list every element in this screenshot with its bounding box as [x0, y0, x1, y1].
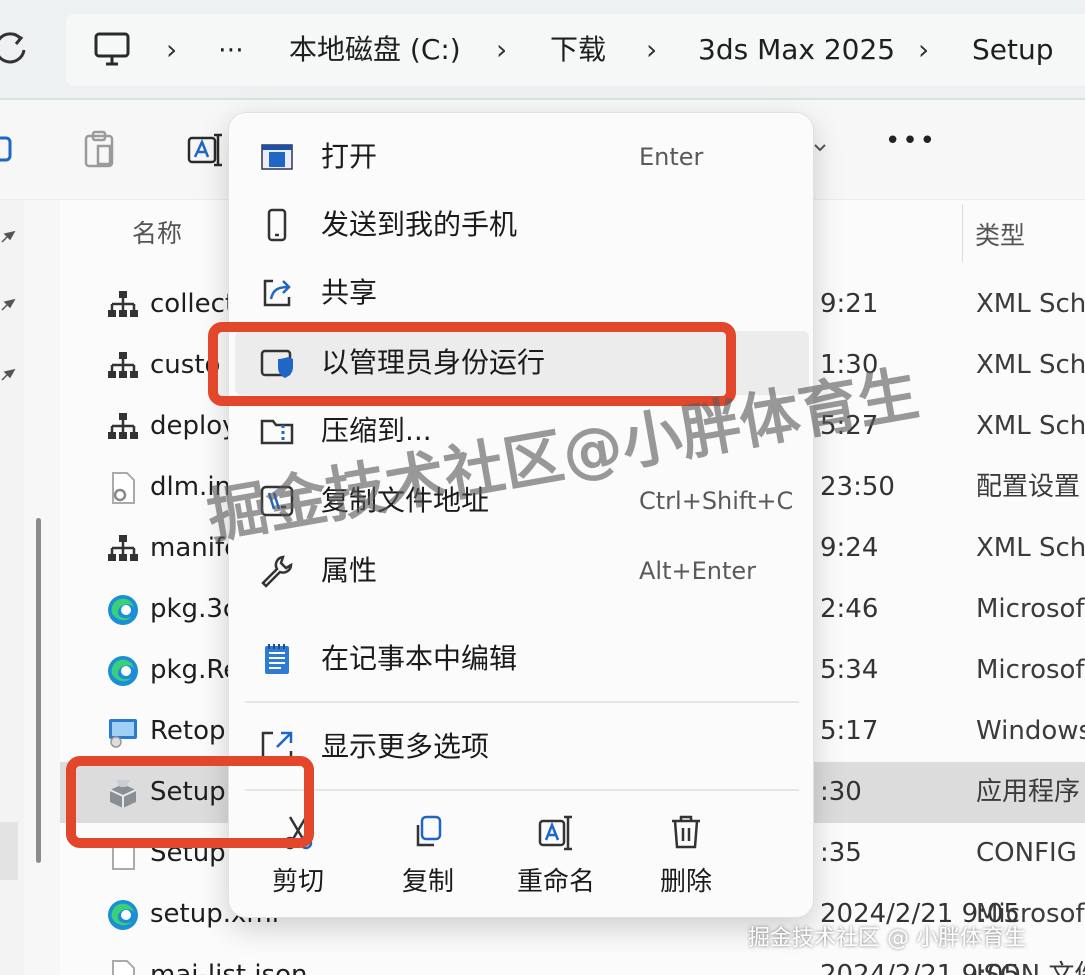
- menu-item-shortcut: Alt+Enter: [639, 557, 757, 585]
- file-type: XML Sche: [976, 350, 1085, 380]
- menu-item-edit-notepad[interactable]: 在记事本中编辑: [229, 627, 815, 691]
- file-modified: 5:34: [820, 655, 879, 685]
- action-label: 删除: [659, 867, 712, 897]
- zip-folder-icon: [259, 413, 295, 449]
- xml-schema-icon: [106, 288, 140, 322]
- menu-item-properties[interactable]: 属性 Alt+Enter: [229, 539, 815, 603]
- file-name: Retop: [150, 716, 226, 746]
- chevron-right-icon: ›: [918, 33, 930, 66]
- file-modified: 9:24: [820, 533, 879, 563]
- action-label: 重命名: [516, 867, 595, 897]
- menu-divider: [245, 789, 799, 791]
- xml-schema-icon: [106, 532, 140, 566]
- breadcrumb-item-3dsmax[interactable]: 3ds Max 2025: [698, 14, 895, 86]
- file-type: CONFIG 文: [976, 838, 1085, 868]
- edge-icon: [106, 654, 140, 688]
- file-modified: 9:21: [820, 289, 879, 319]
- action-label: 复制: [401, 867, 454, 897]
- breadcrumb-item-downloads[interactable]: 下载: [550, 14, 606, 86]
- menu-item-label: 发送到我的手机: [321, 208, 518, 241]
- wrench-icon: [259, 553, 295, 589]
- action-label: 剪切: [271, 867, 324, 897]
- file-modified: 5:17: [820, 716, 879, 746]
- notepad-icon: [259, 641, 295, 677]
- trash-icon: [668, 813, 704, 851]
- breadcrumb-item-setup[interactable]: Setup: [972, 14, 1054, 86]
- menu-item-label: 在记事本中编辑: [321, 642, 518, 675]
- menu-item-label: 打开: [321, 140, 378, 173]
- rename-icon[interactable]: [186, 130, 226, 174]
- phone-icon: [259, 207, 295, 243]
- menu-item-label: 属性: [321, 554, 378, 587]
- menu-item-show-more[interactable]: 显示更多选项: [229, 715, 815, 779]
- menu-item-label: 显示更多选项: [321, 730, 490, 763]
- chevron-right-icon: ›: [166, 33, 178, 66]
- menu-item-shortcut: Ctrl+Shift+C: [639, 487, 794, 515]
- highlight-setup-file: [66, 756, 314, 848]
- address-bar: › ⋯ 本地磁盘 (C:) › 下载 › 3ds Max 2025 › Setu…: [0, 0, 1085, 100]
- menu-item-label: 共享: [321, 276, 378, 309]
- file-type: XML Sche: [976, 289, 1085, 319]
- file-name: pkg.3c: [150, 594, 238, 624]
- menu-item-open[interactable]: 打开 Enter: [229, 125, 815, 189]
- xml-schema-icon: [106, 410, 140, 444]
- breadcrumb-item-drive[interactable]: 本地磁盘 (C:): [289, 14, 461, 86]
- rename-icon: [538, 813, 574, 851]
- new-icon[interactable]: [0, 130, 16, 174]
- file-modified: :35: [820, 838, 862, 868]
- nav-scrollbar[interactable]: [36, 518, 41, 863]
- delete-button[interactable]: 删除: [631, 803, 741, 903]
- chevron-right-icon: ›: [646, 33, 658, 66]
- more-options-button[interactable]: •••: [885, 126, 937, 156]
- menu-item-send-to-phone[interactable]: 发送到我的手机: [229, 193, 815, 257]
- edge-icon: [106, 898, 140, 932]
- file-type: Microsof: [976, 594, 1085, 624]
- computer-icon[interactable]: [92, 30, 132, 70]
- copy-button[interactable]: 复制: [373, 803, 483, 903]
- blank-file-icon: [106, 959, 140, 975]
- pin-icon: [0, 296, 16, 312]
- pin-icon: [0, 228, 16, 244]
- share-icon: [259, 275, 295, 311]
- file-type: XML Sche: [976, 411, 1085, 441]
- breadcrumb[interactable]: › ⋯ 本地磁盘 (C:) › 下载 › 3ds Max 2025 › Setu…: [66, 14, 1085, 86]
- file-modified: 23:50: [820, 472, 895, 502]
- column-header-type[interactable]: 类型: [975, 216, 1025, 252]
- refresh-icon[interactable]: [0, 28, 30, 68]
- column-divider[interactable]: [962, 204, 963, 262]
- file-modified: 2:46: [820, 594, 879, 624]
- file-type: XML Sche: [976, 533, 1085, 563]
- open-window-icon: [259, 139, 295, 175]
- rename-button[interactable]: 重命名: [501, 803, 611, 903]
- config-file-icon: [106, 471, 140, 505]
- copy-icon: [410, 813, 446, 851]
- menu-item-shortcut: Enter: [639, 143, 704, 171]
- edge-icon: [106, 593, 140, 627]
- menu-divider: [245, 701, 799, 703]
- paste-icon[interactable]: [82, 130, 118, 174]
- file-name: mai-list.json: [150, 960, 308, 975]
- file-type: 配置设置: [976, 472, 1081, 502]
- nav-selected-item[interactable]: [0, 822, 18, 880]
- menu-item-share[interactable]: 共享: [229, 261, 815, 325]
- xml-schema-icon: [106, 349, 140, 383]
- file-type: Windows: [976, 716, 1085, 746]
- file-modified: :30: [820, 777, 862, 807]
- file-type: 应用程序: [976, 777, 1081, 807]
- column-header-name[interactable]: 名称: [132, 214, 182, 250]
- file-name: pkg.Re: [150, 655, 240, 685]
- installer-icon: [106, 715, 140, 749]
- breadcrumb-overflow[interactable]: ⋯: [218, 14, 244, 86]
- file-type: Microsof: [976, 655, 1085, 685]
- chevron-right-icon: ›: [496, 33, 508, 66]
- watermark-caption: 掘金技术社区 @ 小胖体育生: [748, 926, 1026, 951]
- pin-icon: [0, 366, 16, 382]
